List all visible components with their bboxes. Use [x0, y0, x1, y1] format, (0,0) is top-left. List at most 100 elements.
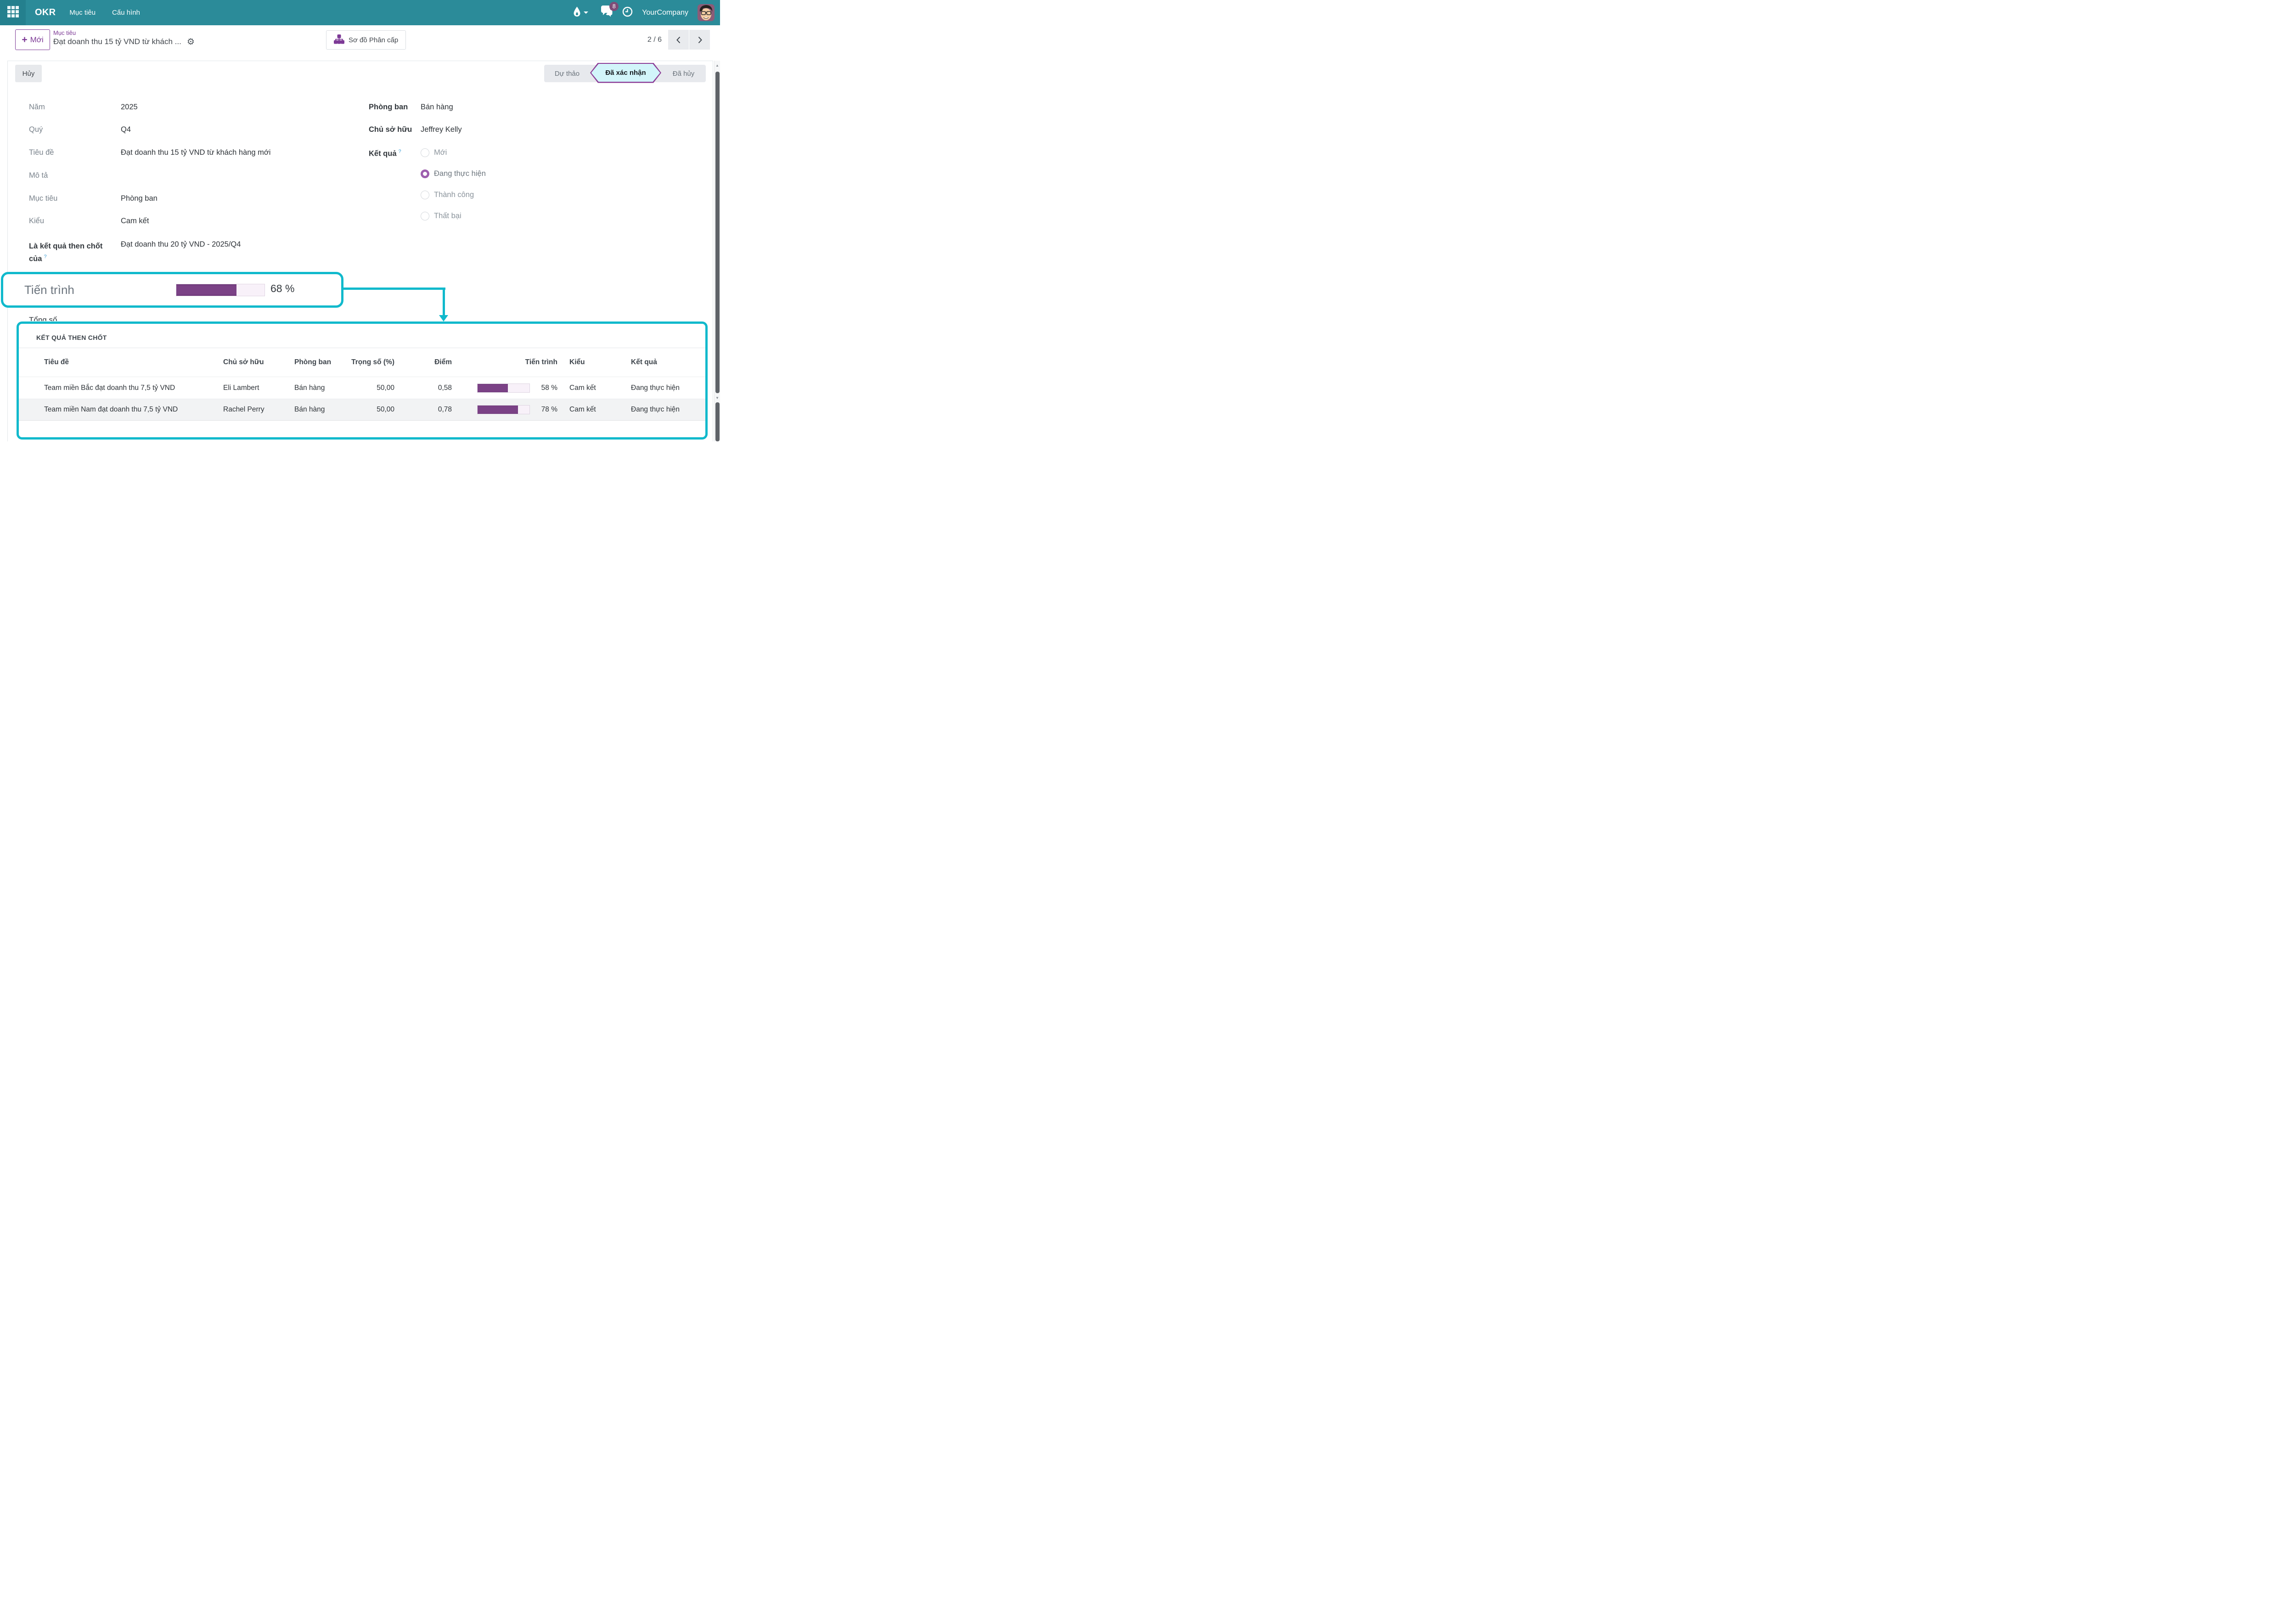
breadcrumb: Mục tiêu Đạt doanh thu 15 tỷ VND từ khác… [53, 29, 195, 46]
breadcrumb-parent-link[interactable]: Mục tiêu [53, 29, 195, 36]
pager: 2 / 6 [647, 30, 710, 50]
field-label-parent-kr: Là kết quả then chốt của? [29, 240, 111, 265]
nav-menu-cau-hinh[interactable]: Cấu hình [112, 9, 140, 17]
pager-count: 2 / 6 [647, 36, 662, 44]
sitemap-icon [334, 34, 344, 46]
radio-circle [421, 191, 429, 199]
okr-record-page: OKR Mục tiêu Cấu hình 8 YourCompan [0, 0, 720, 441]
cell-type: Cam kết [564, 406, 620, 414]
field-value-type[interactable]: Cam kết [121, 217, 149, 226]
activities-menu[interactable] [622, 6, 633, 19]
hierarchy-view-button[interactable]: Sơ đồ Phân cấp [326, 30, 406, 50]
new-button-label: Mới [30, 35, 44, 45]
scrollbar-thumb[interactable] [715, 72, 720, 393]
plus-icon: + [22, 35, 27, 45]
scroll-down-icon[interactable]: ▼ [715, 396, 720, 400]
apps-grid-icon [7, 6, 19, 20]
cell-title: Team miền Nam đạt doanh thu 7,5 tỷ VND [44, 406, 223, 414]
status-step-confirmed[interactable]: Đã xác nhận [590, 63, 661, 83]
key-results-table-header: Tiêu đề Chủ sở hữu Phòng ban Trọng số (%… [19, 348, 705, 377]
field-value-target[interactable]: Phòng ban [121, 194, 158, 203]
cell-department: Bán hàng [294, 406, 348, 414]
page-scrollbar[interactable]: ▲ ▼ [714, 61, 720, 441]
message-count-badge: 8 [609, 2, 619, 11]
debug-droplet-menu[interactable] [573, 6, 588, 19]
cell-type: Cam kết [564, 384, 620, 392]
apps-menu-button[interactable] [0, 0, 26, 25]
cell-result: Đang thực hiện [620, 384, 696, 392]
cell-score: 0,58 [394, 384, 452, 392]
user-avatar[interactable] [698, 4, 715, 21]
progress-percent-text: 68 % [270, 282, 294, 295]
cell-owner: Eli Lambert [223, 384, 294, 392]
row-progress-bar [477, 405, 530, 414]
field-value-parent-kr[interactable]: Đạt doanh thu 20 tỷ VND - 2025/Q4 [121, 240, 241, 249]
field-label-department: Phòng ban [369, 103, 408, 112]
col-header-title[interactable]: Tiêu đề [44, 358, 223, 367]
help-icon[interactable]: ? [399, 149, 401, 154]
messages-menu[interactable]: 8 [600, 6, 613, 20]
cell-weight: 50,00 [348, 406, 394, 414]
col-header-result[interactable]: Kết quả [620, 358, 696, 367]
scroll-up-icon[interactable]: ▲ [715, 63, 720, 68]
active-step-label: Đã xác nhận [591, 64, 660, 82]
cancel-button[interactable]: Hủy [15, 65, 42, 82]
row-progress-text: 58 % [535, 384, 557, 392]
col-header-type[interactable]: Kiểu [564, 358, 620, 367]
cell-owner: Rachel Perry [223, 406, 294, 414]
field-value-owner[interactable]: Jeffrey Kelly [421, 125, 462, 134]
radio-option-success[interactable]: Thành công [421, 191, 474, 199]
field-label-description: Mô tả [29, 171, 48, 180]
field-label-result: Kết quả? [369, 149, 401, 158]
field-value-department[interactable]: Bán hàng [421, 103, 453, 112]
field-value-title[interactable]: Đạt doanh thu 15 tỷ VND từ khách hàng mớ… [121, 148, 270, 157]
field-value-year[interactable]: 2025 [121, 103, 138, 112]
radio-option-failed[interactable]: Thất bại [421, 212, 461, 220]
field-value-quarter[interactable]: Q4 [121, 125, 131, 134]
status-step-cancelled[interactable]: Đã hủy [661, 65, 706, 82]
annotation-arrow-icon [439, 315, 448, 321]
col-header-department[interactable]: Phòng ban [294, 358, 348, 367]
scrollbar-thumb-segment[interactable] [715, 402, 720, 441]
table-row[interactable]: Team miền Nam đạt doanh thu 7,5 tỷ VND R… [19, 399, 705, 421]
table-row[interactable]: Team miền Bắc đạt doanh thu 7,5 tỷ VND E… [19, 377, 705, 399]
col-header-weight[interactable]: Trọng số (%) [348, 358, 394, 367]
row-progress-text: 78 % [535, 406, 557, 414]
page-title: Đạt doanh thu 15 tỷ VND từ khách ... [53, 37, 181, 46]
control-panel: + Mới Mục tiêu Đạt doanh thu 15 tỷ VND t… [0, 25, 720, 61]
col-header-progress[interactable]: Tiến trình [452, 358, 564, 367]
radio-option-in-progress[interactable]: Đang thực hiện [421, 169, 486, 178]
annotation-connector-horizontal [343, 288, 445, 290]
progress-field-label: Tiến trình [24, 283, 74, 297]
new-record-button[interactable]: + Mới [15, 29, 50, 50]
field-label-type: Kiểu [29, 217, 44, 226]
cell-progress: 78 % [452, 405, 564, 414]
status-step-draft[interactable]: Dự thảo [544, 65, 590, 82]
field-label-target: Mục tiêu [29, 194, 57, 203]
field-label-quarter: Quý [29, 125, 43, 134]
nav-menu-muc-tieu[interactable]: Mục tiêu [69, 9, 96, 17]
field-label-title: Tiêu đề [29, 148, 54, 157]
field-label-year: Năm [29, 103, 45, 112]
hierarchy-button-label: Sơ đồ Phân cấp [349, 36, 398, 44]
pager-previous-button[interactable] [668, 30, 689, 50]
key-results-highlight-box: KẾT QUẢ THEN CHỐT Tiêu đề Chủ sở hữu Phò… [17, 321, 708, 440]
user-menu-company[interactable]: YourCompany [642, 9, 688, 17]
key-results-section-title: KẾT QUẢ THEN CHỐT [36, 334, 107, 341]
radio-circle [421, 212, 429, 220]
annotation-connector-vertical [443, 289, 445, 316]
cell-progress: 58 % [452, 384, 564, 393]
status-bar: Dự thảo Đã xác nhận Đã hủy [544, 65, 706, 82]
progress-highlight-box: Tiến trình 68 % [1, 272, 343, 308]
col-header-score[interactable]: Điểm [394, 358, 452, 367]
radio-option-new[interactable]: Mới [421, 148, 447, 157]
droplet-icon [573, 6, 581, 19]
progress-bar [176, 284, 265, 296]
col-header-owner[interactable]: Chủ sở hữu [223, 358, 294, 367]
pager-next-button[interactable] [689, 30, 710, 50]
help-icon[interactable]: ? [44, 254, 46, 259]
progress-bar-fill [176, 284, 236, 296]
radio-circle [421, 148, 429, 157]
gear-icon[interactable]: ⚙ [187, 38, 195, 46]
app-brand[interactable]: OKR [35, 7, 56, 18]
